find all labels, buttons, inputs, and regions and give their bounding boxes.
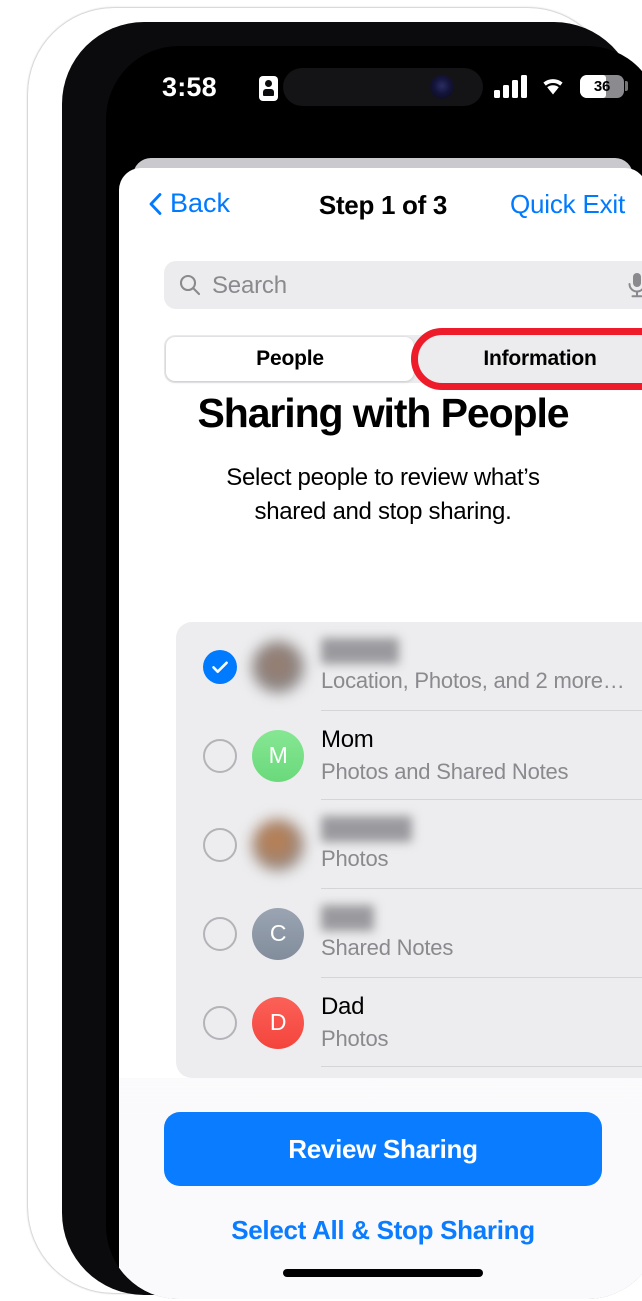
checkbox-unchecked-icon[interactable]	[203, 1005, 237, 1040]
phone-frame: 3:58 36 Back Step 1 of 3 Quick Exit Sear…	[28, 8, 642, 1299]
checkbox-unchecked-icon[interactable]	[203, 738, 237, 773]
status-bar-time: 3:58	[162, 72, 217, 102]
status-bar: 3:58 36	[106, 46, 642, 134]
phone-screen: 3:58 36 Back Step 1 of 3 Quick Exit Sear…	[106, 46, 642, 1299]
home-indicator[interactable]	[283, 1269, 483, 1277]
search-placeholder: Search	[212, 272, 287, 299]
select-all-stop-sharing-link[interactable]: Select All & Stop Sharing	[119, 1215, 642, 1246]
checkbox-checked-icon[interactable]	[203, 649, 237, 684]
microphone-icon[interactable]	[626, 272, 642, 298]
page-title: Sharing with People	[197, 390, 570, 436]
segment-people[interactable]: People	[166, 337, 414, 381]
battery-percentage: 36	[593, 78, 611, 95]
person-name	[321, 904, 374, 931]
avatar: D	[252, 996, 304, 1049]
person-shared-items: Photos	[321, 1025, 389, 1051]
search-icon	[179, 274, 201, 296]
battery-icon: 36	[580, 75, 624, 98]
wifi-icon	[543, 79, 563, 95]
checkmark-icon	[212, 661, 228, 673]
avatar: M	[252, 729, 304, 782]
id-card-icon	[259, 76, 278, 101]
divider	[321, 1066, 642, 1067]
battery-cap-icon	[625, 81, 628, 91]
person-shared-items: Shared Notes	[321, 934, 454, 960]
person-shared-items: Photos and Shared Notes	[321, 758, 569, 784]
cellular-signal-icon	[494, 74, 528, 98]
list-item[interactable]: C Shared Notes	[176, 889, 642, 978]
avatar-initial: C	[269, 920, 287, 946]
nav-bar: Back Step 1 of 3 Quick Exit	[119, 168, 642, 242]
page-subtitle: Select people to review what’s shared an…	[226, 464, 540, 525]
list-item[interactable]: Photos	[176, 800, 642, 889]
person-name: Dad	[321, 992, 365, 1020]
avatar-initial: D	[269, 1009, 287, 1035]
list-item[interactable]: D Dad Photos	[176, 978, 642, 1067]
modal-sheet: Back Step 1 of 3 Quick Exit Search Peopl…	[119, 168, 642, 1299]
list-item-text: Shared Notes	[321, 904, 642, 963]
list-item[interactable]: Location, Photos, and 2 more…	[176, 622, 642, 711]
phone-bezel: 3:58 36 Back Step 1 of 3 Quick Exit Sear…	[62, 22, 642, 1299]
review-sharing-button[interactable]: Review Sharing	[164, 1112, 602, 1186]
checkbox-unchecked-icon[interactable]	[203, 827, 237, 862]
person-name: Mom	[321, 725, 374, 753]
front-camera-icon	[430, 75, 454, 99]
list-item[interactable]: M Mom Photos and Shared Notes	[176, 711, 642, 800]
list-item-text: Location, Photos, and 2 more…	[321, 637, 642, 696]
segment-information[interactable]: Information	[416, 335, 642, 383]
person-shared-items: Location, Photos, and 2 more…	[321, 667, 625, 693]
search-input[interactable]: Search	[164, 261, 642, 309]
quick-exit-button[interactable]: Quick Exit	[510, 189, 625, 220]
list-item-text: Photos	[321, 815, 642, 874]
people-list: Location, Photos, and 2 more… M Mom Phot…	[176, 622, 642, 1078]
list-item-text: Mom Photos and Shared Notes	[321, 725, 642, 787]
avatar	[252, 818, 304, 871]
avatar	[252, 640, 304, 693]
avatar-initial: M	[268, 742, 288, 768]
list-item-text: Dad Photos	[321, 992, 642, 1054]
avatar: C	[252, 907, 304, 960]
person-name	[321, 815, 412, 842]
segmented-control[interactable]: People Information	[164, 335, 642, 383]
person-shared-items: Photos	[321, 845, 389, 871]
checkbox-unchecked-icon[interactable]	[203, 916, 237, 951]
person-name	[321, 637, 400, 664]
footer-action-bar: Review Sharing Select All & Stop Sharing	[119, 1078, 642, 1299]
